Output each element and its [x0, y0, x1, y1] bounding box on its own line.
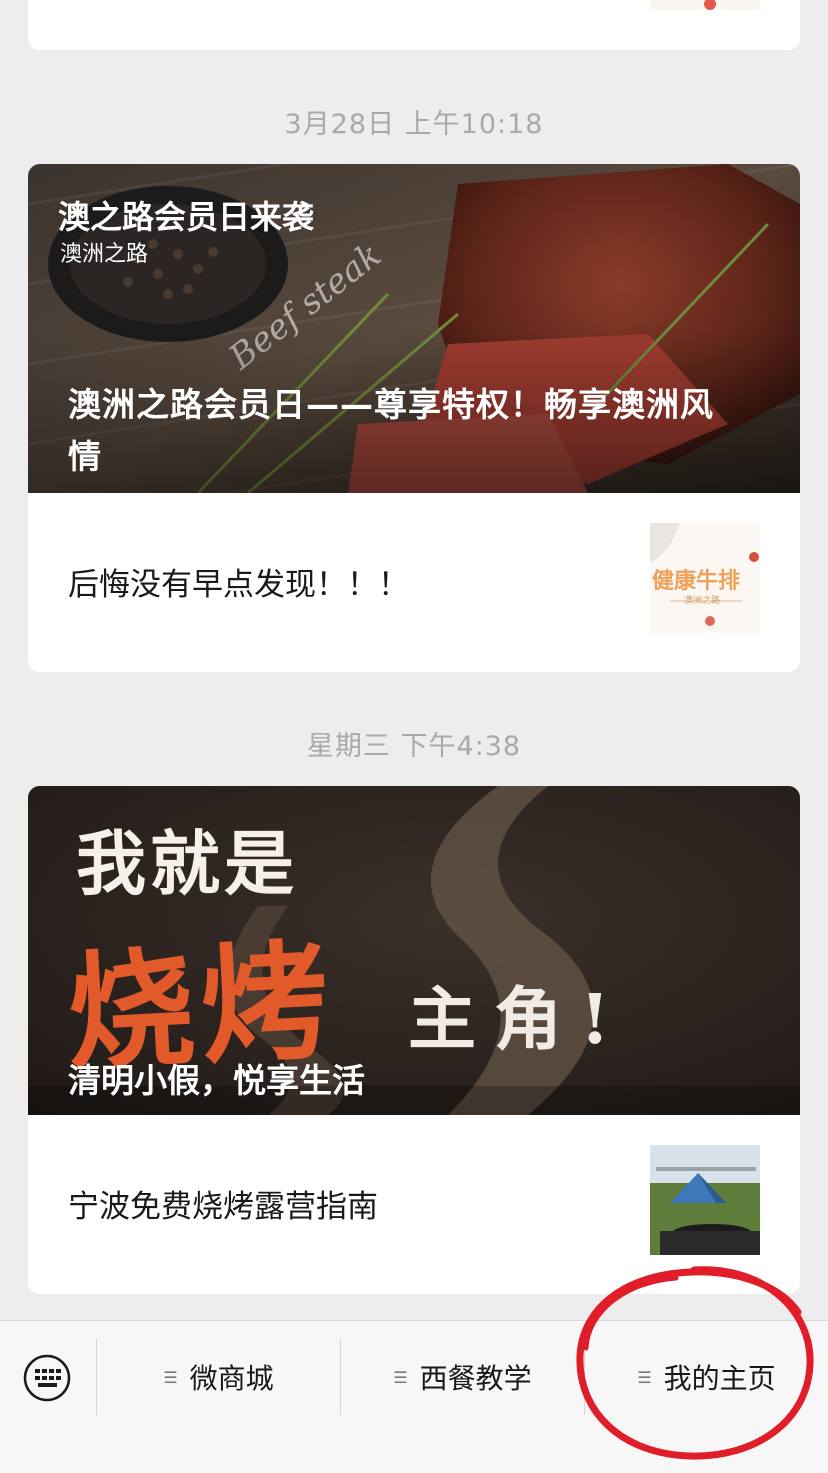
cover-badge-title: 澳之路会员日来袭 — [58, 198, 315, 236]
previous-article-card[interactable] — [28, 0, 800, 50]
cherry-icon — [704, 0, 716, 10]
cover-big-line3: 主角! — [408, 980, 628, 1060]
menu-tab-label: 微商城 — [189, 1362, 274, 1395]
cover-headline: 清明小假，悦享生活 — [68, 1061, 365, 1100]
cover-article[interactable]: 我就是 烧烤 主角! 清明小假，悦享生活 — [28, 786, 800, 1115]
keyboard-icon — [23, 1354, 71, 1402]
article-card: 我就是 烧烤 主角! 清明小假，悦享生活 宁波免费烧烤露营指南 — [28, 786, 800, 1294]
keyboard-toggle-button[interactable] — [22, 1353, 72, 1403]
cover-headline-line2: 情 — [68, 437, 101, 476]
menu-tab-wei-mall[interactable]: ☰ 微商城 — [97, 1339, 340, 1415]
cover-article[interactable]: Beef steak 澳之路会员日来袭 澳洲之路 澳洲之路会员日——尊享特权！畅… — [28, 164, 800, 493]
submenu-icon: ☰ — [393, 1367, 408, 1387]
camping-thumbnail — [650, 1145, 760, 1255]
thumb-text: 健康牛排 — [652, 569, 741, 594]
red-circle-annotation — [576, 1266, 814, 1460]
submenu-icon: ☰ — [163, 1367, 178, 1387]
menu-tab-label: 西餐教学 — [419, 1362, 532, 1395]
sub-article-title: 宁波免费烧烤露营指南 — [68, 1189, 378, 1225]
menu-tab-western-cooking[interactable]: ☰ 西餐教学 — [341, 1339, 584, 1415]
message-timestamp: 星期三 下午4:38 — [306, 731, 522, 762]
thumb-small-text: 澳洲之路 — [684, 596, 721, 606]
sub-article-title: 后悔没有早点发现！！！ — [68, 567, 409, 603]
cover-headline-line1: 澳洲之路会员日——尊享特权！畅享澳洲风 — [68, 385, 714, 424]
sub-article-thumbnail: 健康牛排 澳洲之路 — [650, 523, 760, 633]
previous-article-thumbnail — [650, 0, 760, 10]
cover-badge-source: 澳洲之路 — [60, 242, 149, 267]
cover-big-line1: 我就是 — [76, 822, 298, 905]
article-card: Beef steak 澳之路会员日来袭 澳洲之路 澳洲之路会员日——尊享特权！畅… — [28, 164, 800, 672]
message-timestamp: 3月28日 上午10:18 — [284, 109, 544, 140]
sub-article-row[interactable]: 后悔没有早点发现！！！ 健康牛排 澳洲之路 — [28, 493, 800, 672]
